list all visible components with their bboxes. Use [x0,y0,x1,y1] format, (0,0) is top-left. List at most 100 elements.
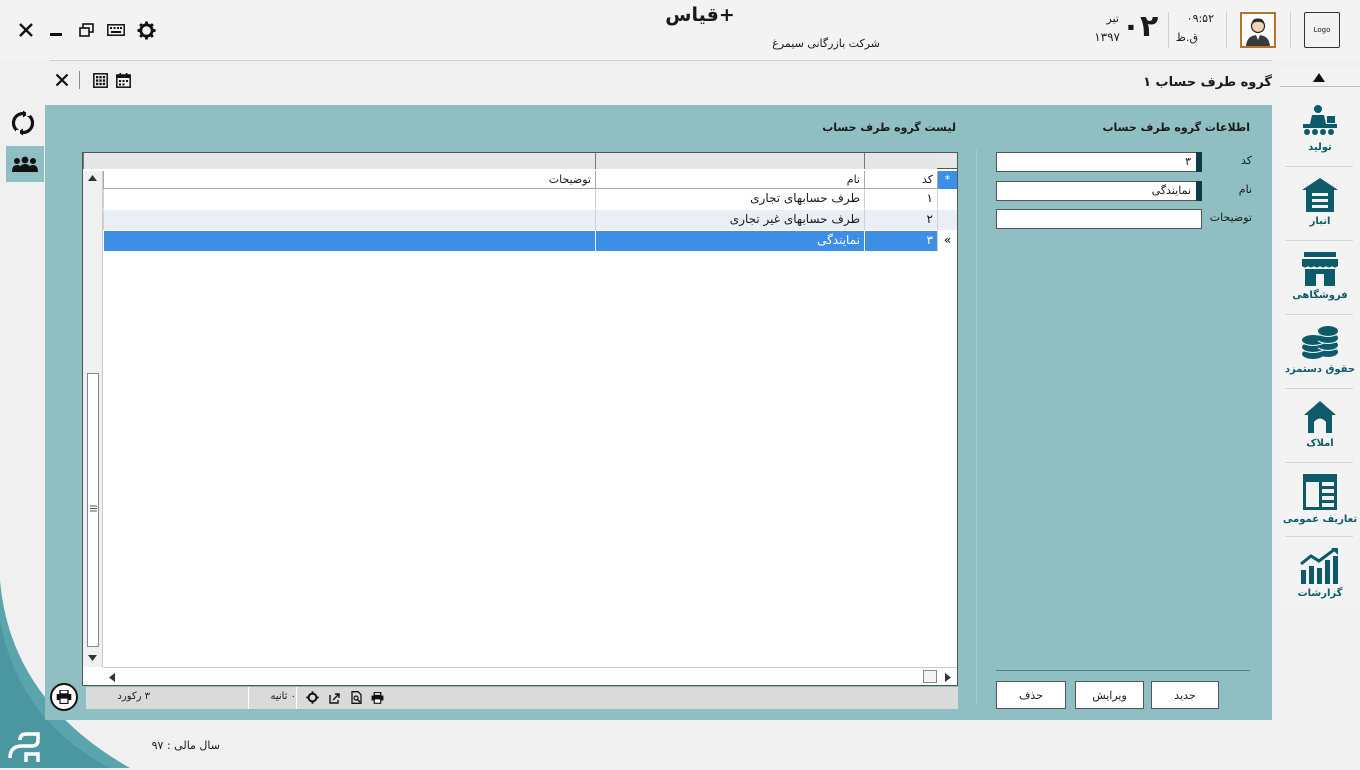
sidebar-item-real-estate[interactable]: املاک [1280,392,1360,466]
name-label: نام [1238,183,1252,196]
divider [1290,12,1291,48]
horizontal-scrollbar[interactable] [103,667,957,685]
calculator-icon[interactable] [90,70,110,90]
column-header-name[interactable]: نام [595,171,864,189]
table-row[interactable]: طرف حسابهای تجاری ۱ [103,189,957,209]
h-scroll-thumb[interactable] [923,670,937,683]
divider [79,71,80,89]
cell-code: ۲ [864,210,937,230]
settings-gear-icon[interactable] [306,691,319,704]
column-header-code[interactable]: کد [864,171,937,189]
table-row-selected[interactable]: نمایندگی ۳ » [103,231,957,251]
divider [248,687,249,709]
reports-chart-icon [1300,548,1338,584]
sidebar-item-label: تولید [1308,142,1332,153]
fiscal-year: سال مالی : ۹۷ [151,739,220,752]
sidebar-item-reports[interactable]: گزارشات [1280,540,1360,614]
export-icon[interactable] [329,692,341,704]
cell-name: نمایندگی [595,231,864,251]
code-field[interactable]: ۳ [996,152,1202,172]
clock-time: ۰۹:۵۲ [1186,12,1214,25]
cell-name: طرف حسابهای غیر تجاری [595,210,864,230]
date-year: ۱۳۹۷ [1094,30,1120,44]
code-label: کد [1240,154,1252,167]
cell-description [103,231,595,251]
scroll-right-icon[interactable] [945,673,951,682]
user-icon [1246,18,1270,46]
filter-cell-desc[interactable] [83,153,595,169]
timer-text: ۰ ثانیه [270,691,296,702]
row-indicator[interactable] [937,210,957,230]
table-row[interactable]: طرف حسابهای غیر تجاری ۲ [103,210,957,230]
grip-icon [90,505,97,512]
printer-icon[interactable] [371,692,384,704]
vertical-scrollbar[interactable] [83,171,103,667]
calendar-icon[interactable] [113,70,133,90]
user-avatar[interactable] [1240,12,1276,48]
divider [1280,86,1360,87]
print-icon[interactable] [50,683,78,711]
sidebar-item-store[interactable]: فروشگاهی [1280,244,1360,318]
payroll-coins-icon [1301,326,1339,359]
restore-window-icon[interactable] [76,18,96,42]
minimize-icon[interactable] [46,18,66,42]
sidebar-item-production[interactable]: تولید [1280,96,1360,170]
description-field[interactable] [996,209,1202,229]
refresh-icon[interactable] [8,108,38,138]
print-preview-icon[interactable] [351,691,362,704]
edit-button[interactable]: ویرایش [1075,681,1144,709]
code-field-value: ۳ [1185,155,1191,168]
keyboard-icon[interactable] [104,18,128,42]
warehouse-icon [1302,178,1338,212]
filter-cell-name[interactable] [595,153,864,169]
company-logo: Logo [1304,12,1340,48]
new-row-indicator[interactable]: * [937,171,957,189]
gear-icon[interactable] [134,18,158,42]
divider [1168,12,1169,48]
sidebar-item-warehouse[interactable]: انبار [1280,170,1360,244]
divider [1285,314,1353,315]
name-field-value: نمایندگی [1151,184,1191,197]
company-name: شرکت بازرگانی سیمرغ [772,37,880,50]
divider [976,150,977,705]
production-icon [1303,105,1337,135]
close-icon[interactable] [14,18,38,42]
divider [1285,462,1353,463]
cell-code: ۳ [864,231,937,251]
divider [1285,536,1353,537]
sidebar-item-payroll[interactable]: حقوق دستمزد [1280,318,1360,392]
clock-period: ق.ظ [1175,31,1198,44]
scroll-down-icon[interactable] [88,655,97,661]
scroll-up-arrow-icon[interactable] [1310,70,1328,84]
divider [1226,12,1227,48]
scroll-thumb[interactable] [87,373,99,647]
cell-description [103,210,595,230]
divider [1285,388,1353,389]
sidebar-item-label: گزارشات [1297,588,1343,599]
real-estate-icon [1304,401,1336,433]
sidebar-item-label: حقوق دستمزد [1284,364,1356,375]
record-count-text: ۳ رکورد [117,691,150,702]
sidebar-item-definitions[interactable]: تعاریف عمومی [1280,466,1360,540]
cell-code: ۱ [864,189,937,209]
filter-cell-code[interactable] [864,153,937,169]
date-day: ۰۲ [1121,9,1159,44]
scroll-left-icon[interactable] [109,673,115,682]
scroll-up-icon[interactable] [88,175,97,181]
delete-button[interactable]: حذف [996,681,1066,709]
name-field[interactable]: نمایندگی [996,181,1202,201]
cell-name: طرف حسابهای تجاری [595,189,864,209]
form-title: گروه طرف حساب ۱ [1143,75,1272,90]
grid-filter-bar [83,153,957,169]
list-section-title: لیست گروه طرف حساب [822,121,956,134]
new-button[interactable]: جدید [1151,681,1219,709]
field-marker [1196,181,1202,201]
current-row-indicator[interactable]: » [937,231,957,251]
users-group-icon[interactable] [6,146,44,182]
field-marker [1196,152,1202,172]
column-header-description[interactable]: توضیحات [103,171,595,189]
divider [1285,240,1353,241]
row-indicator[interactable] [937,189,957,209]
divider [996,670,1250,671]
close-form-icon[interactable] [52,70,72,90]
